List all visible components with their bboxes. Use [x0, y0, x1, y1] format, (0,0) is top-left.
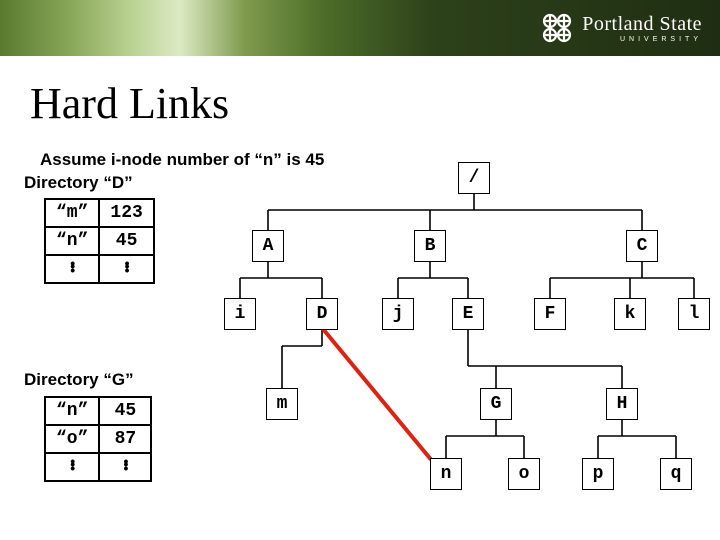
directory-g-table: “n”45 “o”87 ••••••	[44, 396, 152, 482]
cell-inode: 123	[99, 199, 153, 227]
cell-name: “n”	[45, 397, 99, 425]
directory-d-table: “m”123 “n”45 ••••••	[44, 198, 155, 284]
filesystem-tree: / A B C i D j E F k l m G H n o p q	[210, 150, 710, 520]
table-row: “m”123	[45, 199, 154, 227]
tree-node-E: E	[452, 298, 484, 330]
tree-node-A: A	[252, 230, 284, 262]
slide-title: Hard Links	[30, 78, 229, 129]
psu-logo-icon	[540, 11, 574, 45]
cell-inode: 45	[99, 397, 151, 425]
ellipsis-cell: •••	[45, 453, 99, 481]
ellipsis-cell: •••	[45, 255, 99, 283]
tree-node-H: H	[606, 388, 638, 420]
tree-node-q: q	[660, 458, 692, 490]
table-row: ••••••	[45, 453, 151, 481]
tree-node-root: /	[458, 162, 490, 194]
tree-node-D: D	[306, 298, 338, 330]
tree-node-l: l	[678, 298, 710, 330]
cell-name: “o”	[45, 425, 99, 453]
cell-inode: 87	[99, 425, 151, 453]
tree-node-m: m	[266, 388, 298, 420]
tree-node-i: i	[224, 298, 256, 330]
directory-d-label: Directory “D”	[24, 173, 133, 193]
tree-node-B: B	[414, 230, 446, 262]
cell-name: “n”	[45, 227, 99, 255]
directory-g-label: Directory “G”	[24, 370, 134, 390]
tree-node-j: j	[382, 298, 414, 330]
tree-node-p: p	[582, 458, 614, 490]
table-row: “n”45	[45, 397, 151, 425]
tree-node-n: n	[430, 458, 462, 490]
tree-node-G: G	[480, 388, 512, 420]
header-banner: Portland State UNIVERSITY	[0, 0, 720, 56]
cell-name: “m”	[45, 199, 99, 227]
tree-node-k: k	[614, 298, 646, 330]
brand-sub: UNIVERSITY	[582, 36, 702, 43]
table-row: “o”87	[45, 425, 151, 453]
cell-inode: 45	[99, 227, 153, 255]
ellipsis-cell: •••	[99, 453, 151, 481]
ellipsis-cell: •••	[99, 255, 153, 283]
table-row: ••••••	[45, 255, 154, 283]
tree-node-o: o	[508, 458, 540, 490]
psu-logo: Portland State UNIVERSITY	[540, 11, 702, 45]
brand-main: Portland State	[582, 14, 702, 34]
tree-node-F: F	[534, 298, 566, 330]
table-row: “n”45	[45, 227, 154, 255]
tree-node-C: C	[626, 230, 658, 262]
